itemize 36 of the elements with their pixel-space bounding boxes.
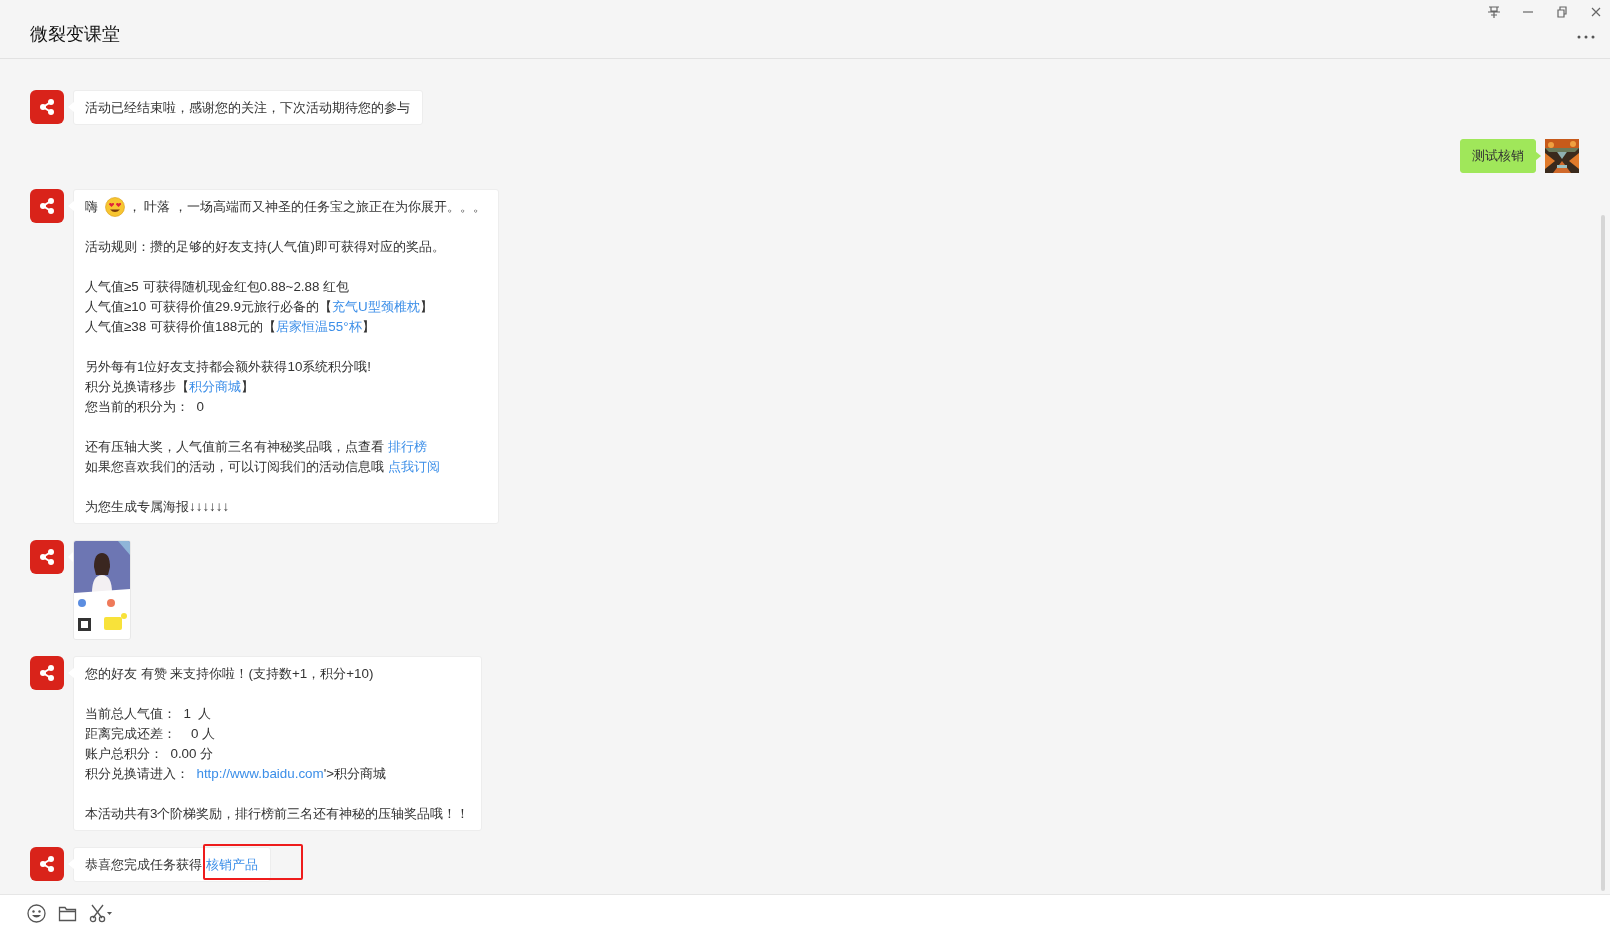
message-text: 您的好友 有赞 来支持你啦！(支持数+1，积分+10) [85,665,375,683]
message-text: 恭喜您完成任务获得 核销产品 [85,855,258,875]
message-text: 积分兑换请进入： http://www.baidu.com'>积分商城 [85,765,388,783]
message-text: 另外每有1位好友支持都会额外获得10系统积分哦! [85,358,373,376]
message-text: 活动已经结束啦，感谢您的关注，下次活动期待您的参与 [85,99,410,117]
link[interactable]: 居家恒温55°杯 [276,319,362,334]
link[interactable]: 核销产品 [205,857,258,872]
message-text: 您当前的积分为： 0 [85,398,205,416]
message-text: 人气值≥5 可获得随机现金红包0.88~2.88 红包 [85,278,351,296]
link[interactable]: http://www.baidu.com [196,766,324,781]
window-title: 微裂变课堂 [30,23,120,45]
message-text: 当前总人气值： 1 人 [85,705,213,723]
pin-icon[interactable] [1486,5,1502,19]
restore-icon[interactable] [1554,5,1570,19]
more-icon[interactable] [1576,34,1596,40]
message-text: 本活动共有3个阶梯奖励，排行榜前三名还有神秘的压轴奖品哦！！ [85,805,470,823]
message-text: 为您生成专属海报↓↓↓↓↓↓ [85,498,231,516]
link[interactable]: 充气U型颈椎枕 [332,299,420,314]
message-text: 人气值≥10 可获得价值29.9元旅行必备的【充气U型颈椎枕】 [85,298,434,316]
message-text: 活动规则：攒的足够的好友支持(人气值)即可获得对应的奖品。 [85,238,446,256]
message-text: 嗨 [85,198,99,216]
message-text: 账户总积分： 0.00 分 [85,745,215,763]
link[interactable]: 点我订阅 [387,459,440,474]
message-text: 积分兑换请移步【积分商城】 [85,378,255,396]
message-text: 测试核销 [1472,147,1524,165]
message-text: 人气值≥38 可获得价值188元的【居家恒温55°杯】 [85,318,376,336]
folder-icon[interactable] [58,904,77,922]
link[interactable]: 排行榜 [387,439,427,454]
message-text: 如果您喜欢我们的活动，可以订阅我们的活动信息哦 点我订阅 [85,458,441,476]
message-text: 距离完成还差： 0 人 [85,725,217,743]
emoji-icon[interactable] [27,903,46,923]
message-text: ， 叶落 ，一场高端而又神圣的任务宝之旅正在为你展开。。。 [127,198,487,216]
link[interactable]: 积分商城 [189,379,241,394]
heart-eyes-emoji-icon [104,197,125,217]
scissors-icon[interactable] [89,903,113,923]
message-text: 还有压轴大奖，人气值前三名有神秘奖品哦，点查看 排行榜 [85,438,428,456]
